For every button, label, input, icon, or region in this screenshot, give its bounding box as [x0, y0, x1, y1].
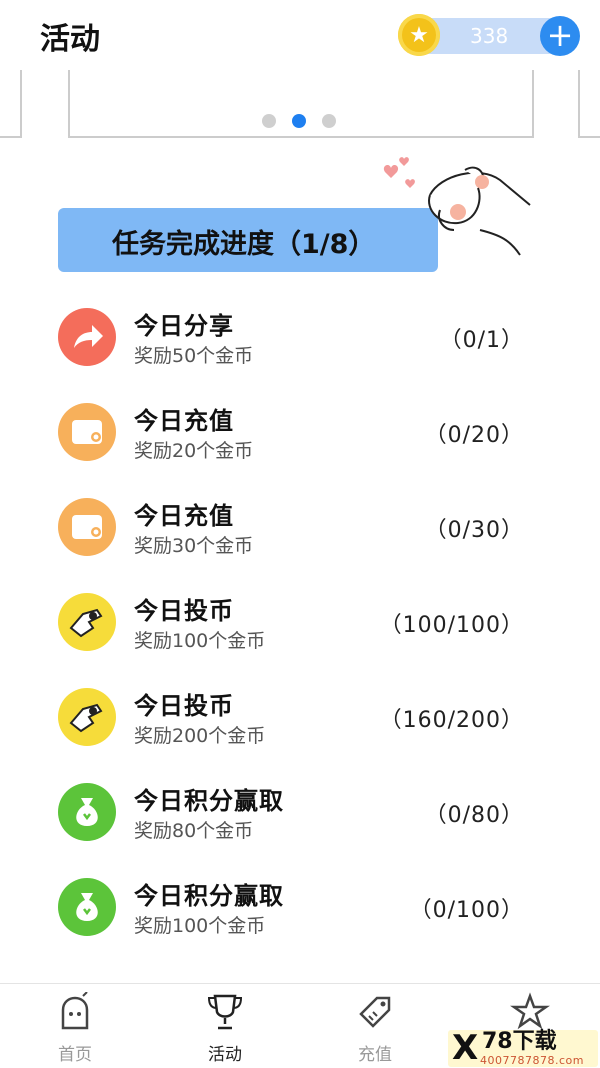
task-title: 今日投币 [134, 692, 234, 720]
task-item[interactable]: 今日充值 奖励20个金币 （0/20） [0, 381, 600, 476]
banner-prev[interactable] [0, 70, 22, 138]
watermark-title: 78下载 [482, 1029, 557, 1054]
wallet-icon [58, 403, 116, 461]
task-reward: 奖励20个金币 [134, 440, 254, 462]
task-progress: （160/200） [379, 708, 524, 733]
task-progress: （0/1） [439, 328, 524, 353]
task-progress: （0/30） [424, 518, 524, 543]
task-item[interactable]: 今日投币 奖励100个金币 （100/100） [0, 571, 600, 666]
header: 活动 ★ 338 + [0, 0, 600, 72]
nav-activity[interactable]: 活动 [165, 984, 285, 1068]
plus-icon: + [546, 16, 574, 54]
task-reward: 奖励80个金币 [134, 820, 254, 842]
task-progress: （100/100） [379, 613, 524, 638]
task-reward: 奖励200个金币 [134, 725, 266, 747]
task-title: 今日充值 [134, 502, 234, 530]
task-item[interactable]: 今日积分赢取 奖励80个金币 （0/80） [0, 761, 600, 856]
task-reward: 奖励50个金币 [134, 345, 254, 367]
share-arrow-icon [58, 308, 116, 366]
watermark-url: 4007787878.com [480, 1054, 584, 1067]
watermark-logo: X [452, 1028, 479, 1068]
banner-next[interactable] [578, 70, 600, 138]
cat-paw-illustration [383, 157, 531, 256]
carousel-dot[interactable] [322, 114, 336, 128]
task-item[interactable]: 今日充值 奖励30个金币 （0/30） [0, 476, 600, 571]
task-item[interactable]: 今日分享 奖励50个金币 （0/1） [0, 286, 600, 381]
nav-label: 充值 [358, 1045, 392, 1065]
progress-text: 任务完成进度（1/8） [112, 229, 376, 260]
nav-label: 首页 [58, 1045, 92, 1065]
coin-balance: 338 [470, 24, 509, 48]
carousel-dot-active[interactable] [292, 114, 306, 128]
add-coins-button[interactable]: + [540, 16, 580, 56]
task-progress: （0/100） [409, 898, 524, 923]
nav-recharge[interactable]: 充值 [315, 984, 435, 1068]
nav-home[interactable]: 首页 [15, 984, 135, 1068]
trophy-icon [207, 994, 243, 1030]
carousel-dot[interactable] [262, 114, 276, 128]
star-icon [510, 992, 550, 1030]
task-reward: 奖励30个金币 [134, 535, 254, 557]
wallet-icon [58, 498, 116, 556]
task-reward: 奖励100个金币 [134, 630, 266, 652]
nav-label: 活动 [208, 1045, 242, 1065]
tag-icon [359, 996, 391, 1028]
task-title: 今日投币 [134, 597, 234, 625]
task-title: 今日充值 [134, 407, 234, 435]
task-progress: （0/80） [424, 803, 524, 828]
task-reward: 奖励100个金币 [134, 915, 266, 937]
hand-coin-icon [58, 593, 116, 651]
carousel-dots [262, 114, 336, 128]
task-progress: （0/20） [424, 423, 524, 448]
task-title: 今日分享 [134, 312, 234, 340]
task-item[interactable]: 今日积分赢取 奖励100个金币 （0/100） [0, 856, 600, 951]
star-coin-icon: ★ [398, 14, 440, 56]
hand-coin-icon [58, 688, 116, 746]
task-title: 今日积分赢取 [134, 882, 284, 910]
task-title: 今日积分赢取 [134, 787, 284, 815]
money-bag-icon [58, 878, 116, 936]
ghost-icon [61, 992, 89, 1030]
money-bag-icon [58, 783, 116, 841]
page-title: 活动 [40, 22, 100, 57]
task-item[interactable]: 今日投币 奖励200个金币 （160/200） [0, 666, 600, 761]
